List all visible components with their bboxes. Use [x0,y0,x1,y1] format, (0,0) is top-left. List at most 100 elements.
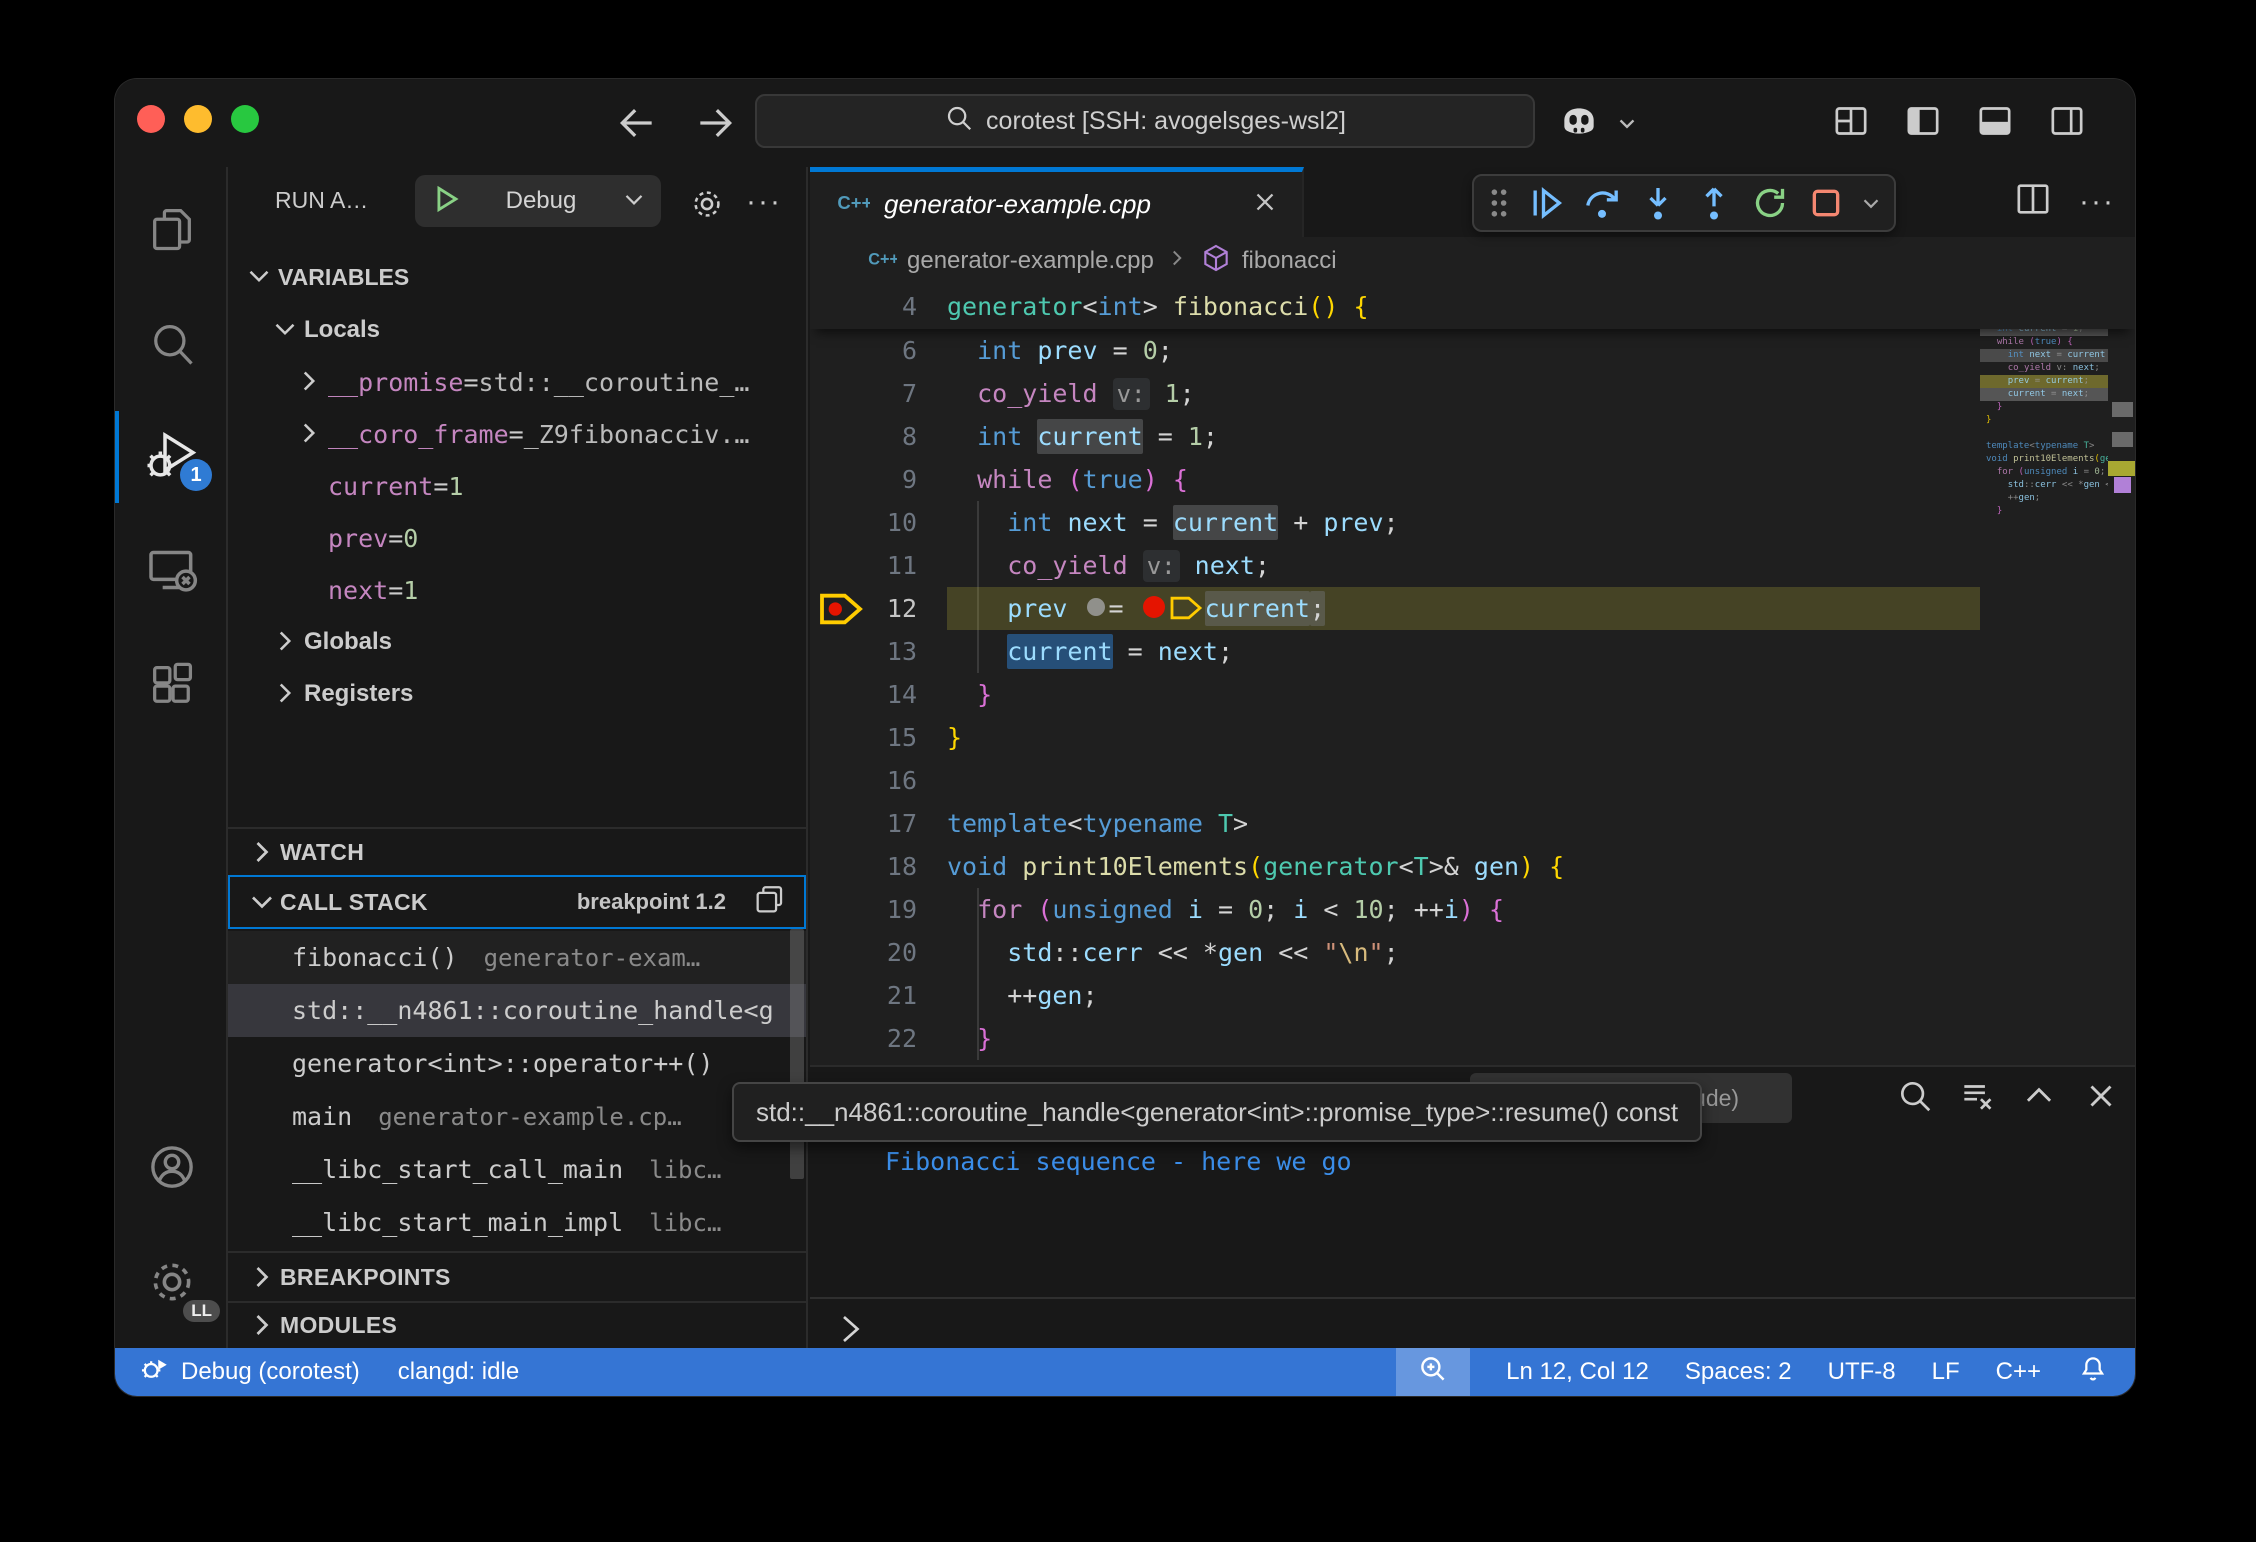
status-item[interactable]: UTF-8 [1828,1348,1896,1396]
code-token: < [1399,852,1414,881]
console-prompt-icon[interactable] [832,1311,868,1347]
step-into-icon[interactable] [1634,179,1682,227]
status-item[interactable]: LF [1932,1348,1960,1396]
minimap[interactable]: int prev = 0; co_yield v: 1; int current… [1980,285,2108,1065]
status-item[interactable]: Ln 12, Col 12 [1506,1348,1649,1396]
step-out-icon[interactable] [1690,179,1738,227]
maximize-panel-icon[interactable] [2020,1077,2058,1120]
code-line-14[interactable]: 14 } [810,673,2135,716]
code-line-19[interactable]: 19 for (unsigned i = 0; i < 10; ++i) { [810,888,2135,931]
overview-ruler[interactable] [2108,285,2135,1065]
variable-row[interactable]: __coro_frame = _Z9fibonacciv.… [228,408,806,460]
minimap-line: template<typename T> [1986,440,2108,453]
code-line-18[interactable]: 18void print10Elements(generator<T>& gen… [810,845,2135,888]
status-item-zoom[interactable] [1396,1348,1470,1396]
variable-row[interactable]: prev = 0 [228,512,806,564]
modules-section-header[interactable]: MODULES [228,1301,806,1347]
debug-toolbar-chevron-down-icon[interactable] [1858,179,1884,227]
stack-frame-row[interactable]: std::__n4861::coroutine_handle<g [228,984,806,1037]
close-panel-icon[interactable] [2082,1077,2120,1120]
toggle-panel-icon[interactable] [1975,101,2015,146]
breakpoints-section-header[interactable]: BREAKPOINTS [228,1251,806,1301]
sidebar-item-search[interactable] [115,298,228,394]
clear-console-icon[interactable] [1958,1077,1996,1120]
sidebar-item-settings[interactable]: LL [115,1236,228,1332]
debug-toolbar[interactable] [1472,174,1896,232]
sidebar-more-actions-icon[interactable]: ··· [746,185,782,219]
variable-row[interactable]: __promise = std::__coroutine_… [228,356,806,408]
status-item[interactable]: C++ [1996,1348,2041,1396]
code-line-7[interactable]: 7 co_yield v: 1; [810,372,2135,415]
variables-section-header[interactable]: VARIABLES [228,254,806,300]
breakpoint-current-icon[interactable] [818,590,864,633]
sidebar-item-accounts[interactable] [115,1121,228,1217]
code-line-15[interactable]: 15} [810,716,2135,759]
toolbar-drag-grip-icon[interactable] [1484,179,1514,227]
copilot-chevron-down-icon[interactable] [1610,101,1654,145]
start-debug-icon[interactable] [429,182,463,221]
code-line-22[interactable]: 22 } [810,1017,2135,1060]
toggle-secondary-sidebar-icon[interactable] [2047,101,2087,146]
debug-configuration-dropdown[interactable]: Debug [415,175,661,227]
code-line-16[interactable]: 16 [810,759,2135,802]
call-stack-section-header[interactable]: CALL STACK breakpoint 1.2 [228,875,806,929]
code-line-8[interactable]: 8 int current = 1; [810,415,2135,458]
status-item-bell[interactable] [2077,1348,2109,1396]
sidebar-item-remote-explorer[interactable] [115,524,228,620]
sidebar-item-run-debug[interactable]: 1 [115,409,228,505]
find-icon[interactable] [1896,1077,1934,1120]
sidebar-item-explorer[interactable] [115,183,228,279]
status-item-debug[interactable]: Debug (corotest) [137,1348,360,1396]
code-line-13[interactable]: 13 current = next; [810,630,2135,673]
split-editor-icon[interactable] [2013,179,2053,224]
variables-group-registers[interactable]: Registers [228,668,806,720]
step-over-icon[interactable] [1578,179,1626,227]
code-line-17[interactable]: 17template<typename T> [810,802,2135,845]
code-line-6[interactable]: 6 int prev = 0; [810,329,2135,372]
code-token [1534,852,1549,881]
code-editor[interactable]: 6 int prev = 0;7 co_yield v: 1;8 int cur… [810,285,2135,1065]
stack-frame-row[interactable]: maingenerator-example.cp… [228,1090,806,1143]
continue-icon[interactable] [1522,179,1570,227]
stack-frame-row[interactable]: __libc_start_main_impllibc… [228,1196,806,1249]
code-line-11[interactable]: 11 co_yield v: next; [810,544,2135,587]
copilot-icon[interactable] [1555,101,1599,145]
variable-row[interactable]: current = 1 [228,460,806,512]
forward-icon[interactable] [693,101,737,145]
code-line-21[interactable]: 21 ++gen; [810,974,2135,1017]
stack-frame-row[interactable]: __libc_start_call_mainlibc… [228,1143,806,1196]
breadcrumb-symbol[interactable]: fibonacci [1242,247,1337,275]
close-tab-icon[interactable] [1250,187,1280,222]
editor-more-actions-icon[interactable]: ··· [2079,185,2115,219]
status-item[interactable]: Spaces: 2 [1685,1348,1792,1396]
variable-row[interactable]: next = 1 [228,564,806,616]
breadcrumb[interactable]: C++ generator-example.cpp fibonacci [810,237,2135,285]
zoom-window-button[interactable] [231,105,259,133]
code-line-12[interactable]: 12 prev = current; [810,587,2135,630]
sticky-scroll-line[interactable]: 4generator<int> fibonacci() { [810,285,2135,329]
stop-icon[interactable] [1802,179,1850,227]
stack-frame-row[interactable]: generator<int>::operator++() [228,1037,806,1090]
status-item[interactable]: clangd: idle [398,1348,519,1396]
restart-icon[interactable] [1746,179,1794,227]
customize-layout-icon[interactable] [1831,101,1871,146]
sidebar-item-extensions[interactable] [115,639,228,735]
breadcrumb-file[interactable]: generator-example.cpp [907,247,1154,275]
close-window-button[interactable] [137,105,165,133]
stack-frame-row[interactable]: fibonacci()generator-exam… [228,931,806,984]
minimize-window-button[interactable] [184,105,212,133]
command-center-search[interactable]: corotest [SSH: avogelsges-wsl2] [755,94,1535,148]
back-icon[interactable] [615,101,659,145]
variables-group-locals[interactable]: Locals [228,304,806,356]
tab-generator-example[interactable]: C++ generator-example.cpp [810,167,1304,237]
code-token: 0 [1248,895,1263,924]
debug-gear-icon[interactable] [688,185,726,228]
code-line-9[interactable]: 9 while (true) { [810,458,2135,501]
code-line-10[interactable]: 10 int next = current + prev; [810,501,2135,544]
watch-section-header[interactable]: WATCH [228,827,806,875]
code-line-20[interactable]: 20 std::cerr << *gen << "\n"; [810,931,2135,974]
title-bar[interactable]: corotest [SSH: avogelsges-wsl2] [115,79,2135,167]
copy-call-stack-icon[interactable] [752,883,786,922]
toggle-primary-sidebar-icon[interactable] [1903,101,1943,146]
variables-group-globals[interactable]: Globals [228,616,806,668]
